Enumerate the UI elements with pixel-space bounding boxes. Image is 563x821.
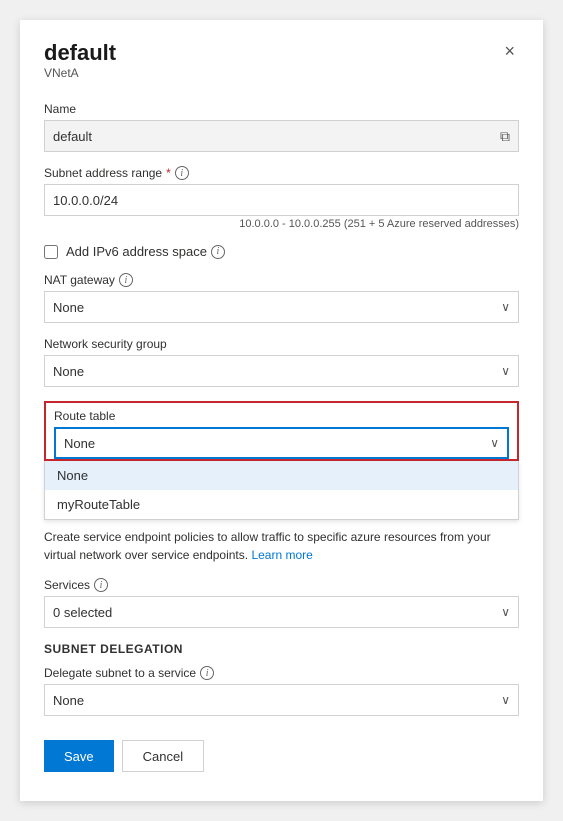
address-hint: 10.0.0.0 - 10.0.0.255 (251 + 5 Azure res…: [44, 218, 519, 230]
cancel-button[interactable]: Cancel: [122, 740, 204, 772]
nsg-value: None: [53, 364, 84, 379]
delegate-subnet-chevron-icon: ∨: [501, 693, 510, 707]
required-indicator: *: [166, 166, 171, 180]
panel-header: default VNetA ×: [44, 40, 519, 98]
nsg-label: Network security group: [44, 337, 519, 351]
edit-subnet-panel: default VNetA × Name default ⧉ Subnet ad…: [20, 20, 543, 801]
delegate-subnet-label: Delegate subnet to a service i: [44, 666, 519, 680]
route-table-dropdown[interactable]: None ∨: [54, 427, 509, 459]
route-table-value: None: [64, 436, 95, 451]
route-table-options: None myRouteTable: [44, 461, 519, 520]
nat-gateway-dropdown[interactable]: None ∨: [44, 291, 519, 323]
services-field-group: Services i 0 selected ∨: [44, 578, 519, 628]
name-field-group: Name default ⧉: [44, 102, 519, 152]
route-table-label: Route table: [54, 409, 509, 423]
delegate-subnet-field-group: Delegate subnet to a service i None ∨: [44, 666, 519, 716]
subnet-delegation-heading: SUBNET DELEGATION: [44, 642, 519, 656]
services-value: 0 selected: [53, 605, 112, 620]
panel-title-group: default VNetA: [44, 40, 116, 98]
nat-gateway-label: NAT gateway i: [44, 273, 519, 287]
delegate-subnet-info-icon[interactable]: i: [200, 666, 214, 680]
ipv6-checkbox-row: Add IPv6 address space i: [44, 244, 519, 259]
name-input: default ⧉: [44, 120, 519, 152]
route-table-chevron-icon: ∨: [490, 436, 499, 450]
panel-title: default: [44, 40, 116, 66]
services-chevron-icon: ∨: [501, 605, 510, 619]
delegate-subnet-value: None: [53, 693, 84, 708]
route-table-option-none[interactable]: None: [45, 461, 518, 490]
footer-buttons: Save Cancel: [44, 740, 519, 772]
name-value: default: [53, 129, 92, 144]
ipv6-info-icon[interactable]: i: [211, 245, 225, 259]
ipv6-field-group: Add IPv6 address space i: [44, 244, 519, 259]
route-table-section: Route table None ∨: [44, 401, 519, 461]
ipv6-checkbox[interactable]: [44, 245, 58, 259]
panel-subtitle: VNetA: [44, 66, 116, 80]
close-button[interactable]: ×: [500, 40, 519, 62]
nsg-field-group: Network security group None ∨: [44, 337, 519, 387]
route-table-option-myroutetable[interactable]: myRouteTable: [45, 490, 518, 519]
ipv6-label: Add IPv6 address space i: [66, 244, 225, 259]
subnet-address-field-group: Subnet address range * i 10.0.0.0/24 10.…: [44, 166, 519, 230]
delegate-subnet-dropdown[interactable]: None ∨: [44, 684, 519, 716]
nat-gateway-value: None: [53, 300, 84, 315]
nsg-chevron-icon: ∨: [501, 364, 510, 378]
services-dropdown[interactable]: 0 selected ∨: [44, 596, 519, 628]
learn-more-link[interactable]: Learn more: [251, 548, 312, 562]
services-info-icon[interactable]: i: [94, 578, 108, 592]
services-label: Services i: [44, 578, 519, 592]
service-endpoint-text: Create service endpoint policies to allo…: [44, 528, 519, 564]
copy-icon[interactable]: ⧉: [500, 128, 510, 145]
name-label: Name: [44, 102, 519, 116]
nat-gateway-field-group: NAT gateway i None ∨: [44, 273, 519, 323]
nsg-dropdown[interactable]: None ∨: [44, 355, 519, 387]
subnet-address-input[interactable]: 10.0.0.0/24: [44, 184, 519, 216]
nat-gateway-info-icon[interactable]: i: [119, 273, 133, 287]
save-button[interactable]: Save: [44, 740, 114, 772]
nat-gateway-chevron-icon: ∨: [501, 300, 510, 314]
subnet-address-label: Subnet address range * i: [44, 166, 519, 180]
subnet-address-value: 10.0.0.0/24: [53, 193, 118, 208]
subnet-address-info-icon[interactable]: i: [175, 166, 189, 180]
